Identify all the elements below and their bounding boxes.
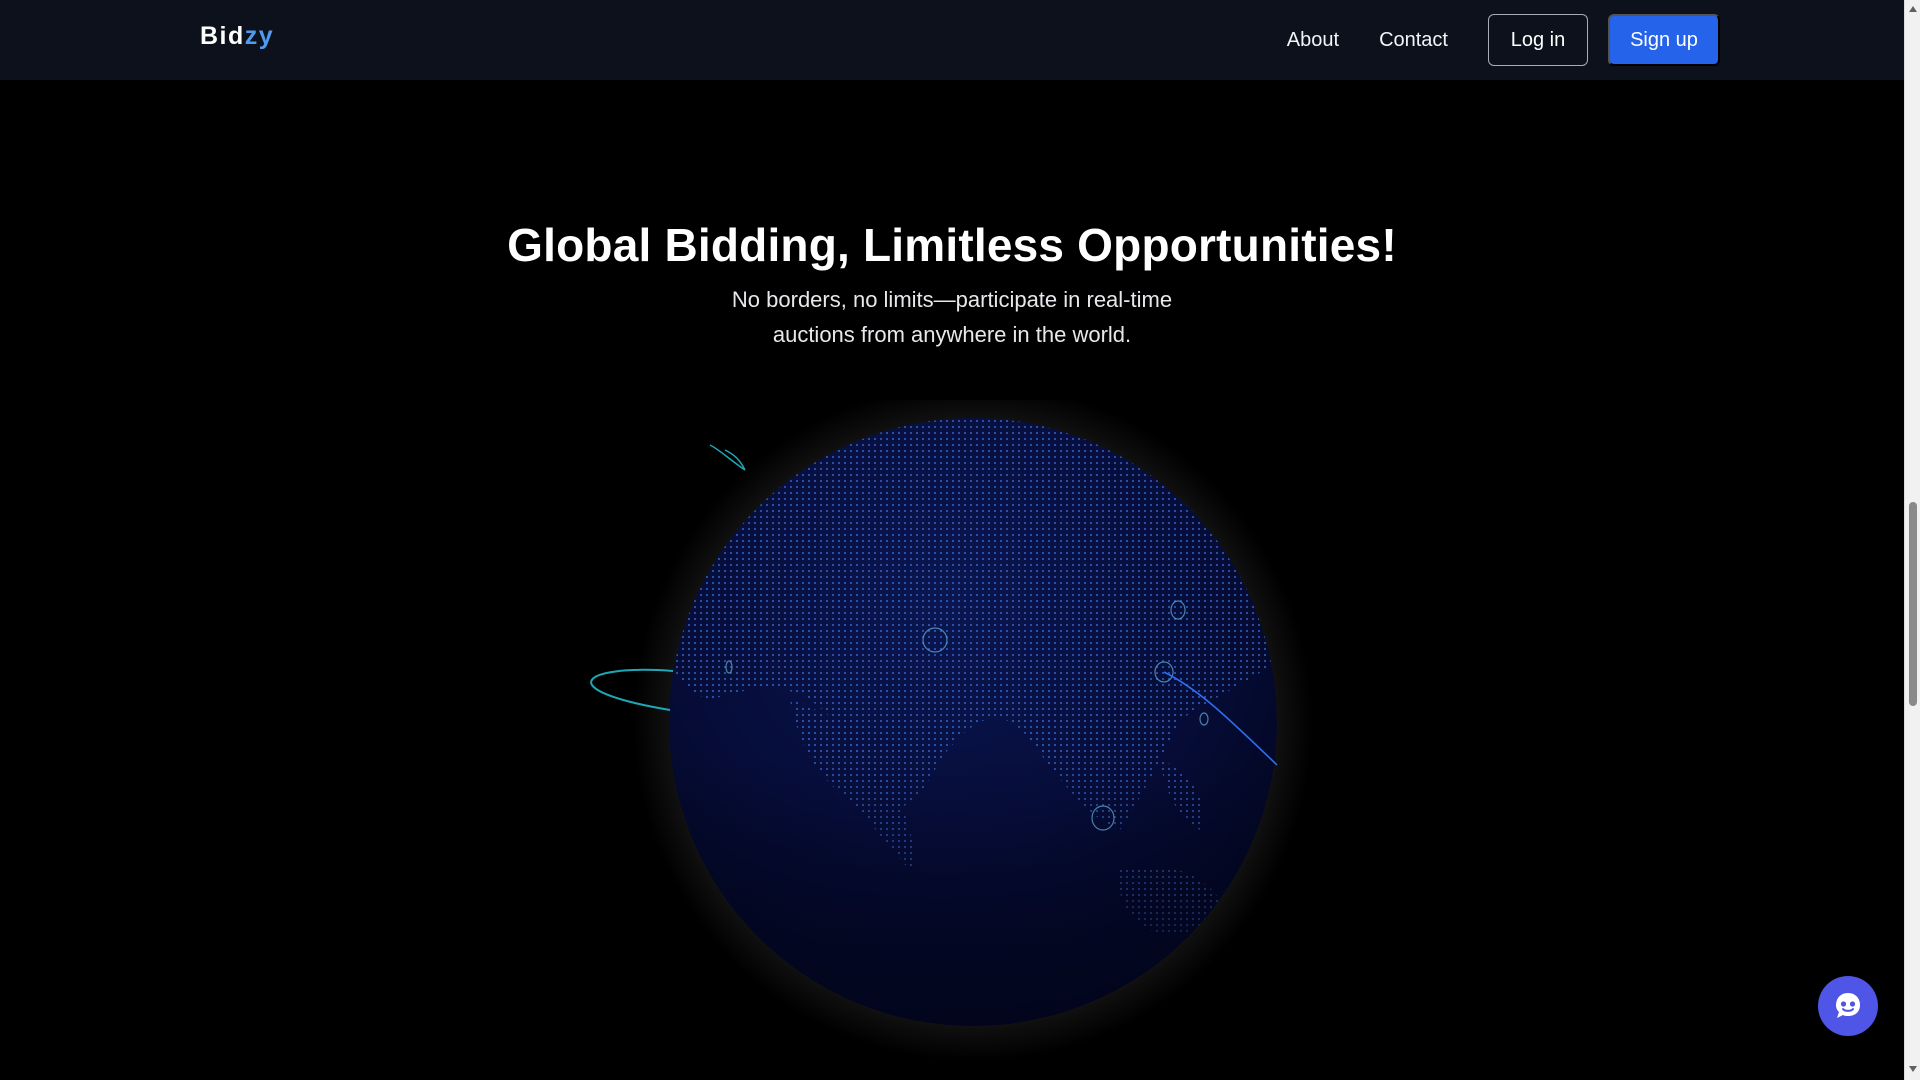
hero-subtitle-line-2: auctions from anywhere in the world.: [772, 322, 1132, 347]
brand-logo[interactable]: Bid zy: [200, 22, 274, 51]
scrollbar-thumb[interactable]: [1909, 502, 1917, 706]
globe-icon: [590, 400, 1313, 1062]
signup-button[interactable]: Sign up: [1608, 14, 1720, 66]
scroll-up-arrow-icon[interactable]: [1909, 6, 1917, 12]
top-navbar: Bid zy About Contact Log in Sign up: [0, 0, 1904, 80]
nav-links: About Contact Log in Sign up: [1287, 14, 1720, 66]
nav-link-contact[interactable]: Contact: [1379, 14, 1448, 66]
globe-shade: [669, 418, 1277, 1026]
logo-text-primary: Bid: [200, 22, 245, 50]
globe-illustration: [560, 400, 1320, 1080]
login-button[interactable]: Log in: [1488, 14, 1588, 66]
page-scrollbar[interactable]: [1904, 0, 1920, 1080]
hero-subtitle: No borders, no limits—participate in rea…: [0, 282, 1904, 352]
hero-title: Global Bidding, Limitless Opportunities!: [507, 219, 1397, 271]
hero-subtitle-line-1: No borders, no limits—participate in rea…: [731, 287, 1173, 312]
chat-bot-icon: [1836, 993, 1860, 1018]
page: Bid zy About Contact Log in Sign up Glob…: [0, 0, 1920, 1080]
chat-bot-button[interactable]: [1818, 976, 1878, 1036]
logo-text-accent: zy: [244, 22, 275, 50]
scroll-down-arrow-icon[interactable]: [1909, 1066, 1917, 1072]
nav-link-about[interactable]: About: [1287, 14, 1339, 66]
